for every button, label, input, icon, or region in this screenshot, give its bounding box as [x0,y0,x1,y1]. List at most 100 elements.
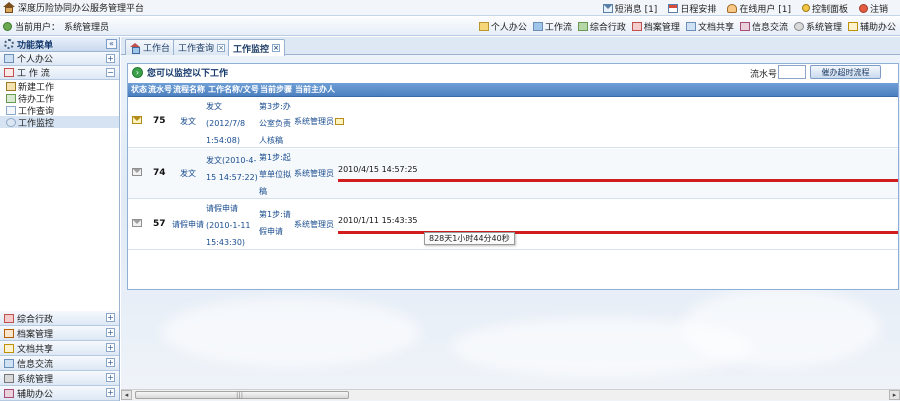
main-area: 工作台 工作查询 × 工作监控 × › 您可以监控以下工作 流水号 催办超时流程… [121,37,900,401]
online-users-link[interactable]: 在线用户 [1] [727,2,791,15]
messages-link[interactable]: 短消息 [1] [602,2,657,15]
online-users-icon [727,3,738,13]
document-share-icon [4,343,14,353]
logout-link[interactable]: 注销 [858,2,888,15]
table-row[interactable]: 75 发文 发文 (2012/7/8 1:54:08) 第3步:办公室负责人核稿… [128,98,898,148]
close-icon[interactable]: × [272,44,281,52]
urge-overdue-button[interactable]: 催办超时流程 [810,65,881,79]
monitor-panel: › 您可以监控以下工作 流水号 催办超时流程 状态 流水号 流程名称 工作名称/… [127,63,899,290]
column-header-work-name[interactable]: 工作名称/文号 [208,83,259,97]
query-icon [6,105,16,115]
background-cloud [681,287,881,367]
user-bar: 当前用户： 系统管理员 个人办公 工作流 综合行政 档案管理 文档共享 信息交流… [0,17,900,36]
module-personal-office[interactable]: 个人办公 [478,20,527,33]
flow-name-link[interactable]: 请假申请 [172,219,204,230]
sidebar-section-info-exchange[interactable]: 信息交流 + [0,356,119,371]
app-logo-icon [3,1,15,14]
message-icon[interactable] [335,118,344,125]
scroll-right-button[interactable]: ▸ [889,390,900,400]
flow-name-link[interactable]: 发文 [180,116,196,127]
expand-icon[interactable]: + [106,54,115,63]
handler-cell: 系统管理员 [294,220,334,229]
assist-office-icon [4,388,14,398]
column-header-flow-name[interactable]: 流程名称 [173,83,205,97]
expand-icon[interactable]: + [106,343,115,352]
current-step-link[interactable]: 第1步:起草单位拟稿 [259,149,294,200]
assist-office-icon [847,22,858,31]
control-panel-link[interactable]: 控制面板 [801,2,848,15]
current-user-name: 系统管理员 [64,22,110,33]
current-step-link[interactable]: 第3步:办公室负责人核稿 [259,98,294,149]
app-title: 深度历险协同办公服务管理平台 [18,4,145,14]
expand-icon[interactable]: + [106,328,115,337]
module-admin[interactable]: 综合行政 [577,20,626,33]
tab-bar: 工作台 工作查询 × 工作监控 × [121,37,900,56]
schedule-link[interactable]: 日程安排 [668,2,716,15]
serial-cell: 74 [153,168,166,178]
system-admin-icon [793,22,804,31]
sidebar-section-assist-office[interactable]: 辅助办公 + [0,386,119,401]
horizontal-scrollbar[interactable]: ◂ ||| ▸ [121,389,900,400]
sidebar-item-todo-work[interactable]: 待办工作 [0,92,119,105]
sidebar-item-new-work[interactable]: 新建工作 [0,80,119,93]
scroll-left-button[interactable]: ◂ [121,390,132,400]
sidebar-item-work-query[interactable]: 工作查询 [0,104,119,117]
envelope-read-icon [132,219,142,227]
column-header-current-step[interactable]: 当前步骤 [260,83,292,97]
table-body: 75 发文 发文 (2012/7/8 1:54:08) 第3步:办公室负责人核稿… [128,98,898,288]
admin-icon [577,22,588,31]
expand-icon[interactable]: + [106,313,115,322]
sidebar-section-document-share[interactable]: 文档共享 + [0,341,119,356]
tab-dashboard[interactable]: 工作台 [125,39,176,55]
expand-icon[interactable]: + [106,358,115,367]
column-header-serial[interactable]: 流水号 [148,83,172,97]
table-row[interactable]: 74 发文 发文(2010-4-15 14:57:22) 第1步:起草单位拟稿 … [128,149,898,199]
work-name-link[interactable]: 发文 (2012/7/8 1:54:08) [206,98,256,149]
current-step-link[interactable]: 第1步:请假申请 [259,206,294,240]
serial-cell: 57 [153,219,166,229]
top-links: 短消息 [1] 日程安排 在线用户 [1] 控制面板 注销 [602,0,888,16]
archive-icon [4,328,14,338]
info-exchange-icon [739,22,750,31]
tab-work-monitor[interactable]: 工作监控 × [228,39,286,56]
module-info-exchange[interactable]: 信息交流 [739,20,788,33]
expand-icon[interactable]: + [106,373,115,382]
serial-number-input[interactable] [778,65,806,79]
sidebar-section-admin[interactable]: 综合行政 + [0,311,119,326]
collapse-icon[interactable]: − [106,68,115,77]
table-header: 状态 流水号 流程名称 工作名称/文号 当前步骤 当前主办人 [128,83,898,97]
sidebar-section-workflow[interactable]: 工 作 流 − [0,66,119,80]
sidebar-header: 功能菜单 « [0,37,119,52]
sidebar-collapse-button[interactable]: « [106,39,117,49]
work-name-link[interactable]: 请假申请 (2010-1-11 15:43:30) [206,200,256,251]
elapsed-time-tooltip: 828天1小时44分40秒 [424,232,515,245]
sidebar: 功能菜单 « 个人办公 + 工 作 流 − 新建工作 待办工作 工作查询 工作监… [0,37,120,401]
module-assist-office[interactable]: 辅助办公 [847,20,896,33]
key-icon [801,4,810,12]
sidebar-item-work-monitor[interactable]: 工作监控 [0,116,119,129]
close-icon[interactable]: × [217,43,226,52]
panel-title: 您可以监控以下工作 [147,68,229,79]
column-header-status[interactable]: 状态 [131,83,147,97]
serial-number-label: 流水号 [750,70,778,80]
sidebar-section-archive[interactable]: 档案管理 + [0,326,119,341]
workflow-icon [4,68,14,77]
envelope-read-icon [132,168,142,176]
module-archive[interactable]: 档案管理 [631,20,680,33]
expand-icon[interactable]: + [106,388,115,397]
module-system-admin[interactable]: 系统管理 [793,20,842,33]
handler-cell: 系统管理员 [294,116,344,127]
module-document-share[interactable]: 文档共享 [685,20,734,33]
personal-office-icon [478,22,489,31]
work-name-link[interactable]: 发文(2010-4-15 14:57:22) [206,152,258,186]
scrollbar-thumb[interactable]: ||| [135,391,349,399]
flow-name-link[interactable]: 发文 [180,168,196,179]
sidebar-section-system-admin[interactable]: 系统管理 + [0,371,119,386]
module-workflow[interactable]: 工作流 [532,20,572,33]
tab-work-query[interactable]: 工作查询 × [173,39,231,55]
current-user-label: 当前用户： [15,22,61,33]
sidebar-section-personal-office[interactable]: 个人办公 + [0,52,119,66]
start-time-cell: 2010/4/15 14:57:25 [338,165,418,174]
workflow-icon [532,22,543,31]
column-header-current-handler[interactable]: 当前主办人 [295,83,335,97]
